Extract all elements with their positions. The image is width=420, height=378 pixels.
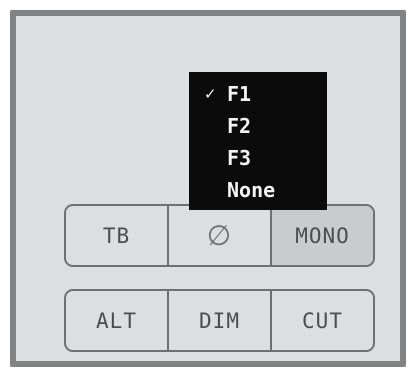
- mono-label: MONO: [295, 223, 350, 248]
- phase-invert-icon: ∅: [206, 219, 233, 252]
- talkback-source-menu: ✓ F1 F2 F3 None: [189, 72, 327, 210]
- dim-label: DIM: [199, 308, 240, 333]
- phase-invert-button[interactable]: ∅: [167, 206, 270, 265]
- tb-button[interactable]: TB: [66, 206, 167, 265]
- tb-label: TB: [102, 223, 131, 248]
- menu-item-f3[interactable]: F3: [189, 142, 327, 174]
- monitor-button-row: TB ∅ MONO: [64, 204, 375, 267]
- alt-label: ALT: [96, 308, 137, 333]
- menu-item-none[interactable]: None: [189, 174, 327, 206]
- menu-item-label: F3: [227, 146, 252, 170]
- menu-item-f2[interactable]: F2: [189, 110, 327, 142]
- menu-item-f1[interactable]: ✓ F1: [189, 78, 327, 110]
- control-panel: TB ∅ MONO ALT DIM CUT ✓ F1 F2 F3 None: [10, 10, 406, 367]
- menu-item-label: F2: [227, 114, 252, 138]
- checkmark-icon: ✓: [204, 85, 217, 103]
- alt-button[interactable]: ALT: [66, 291, 167, 350]
- dim-button[interactable]: DIM: [167, 291, 270, 350]
- menu-item-label: F1: [227, 82, 252, 106]
- cut-label: CUT: [302, 308, 343, 333]
- cut-button[interactable]: CUT: [270, 291, 373, 350]
- menu-item-label: None: [227, 178, 276, 202]
- mono-button[interactable]: MONO: [270, 206, 373, 265]
- output-button-row: ALT DIM CUT: [64, 289, 375, 352]
